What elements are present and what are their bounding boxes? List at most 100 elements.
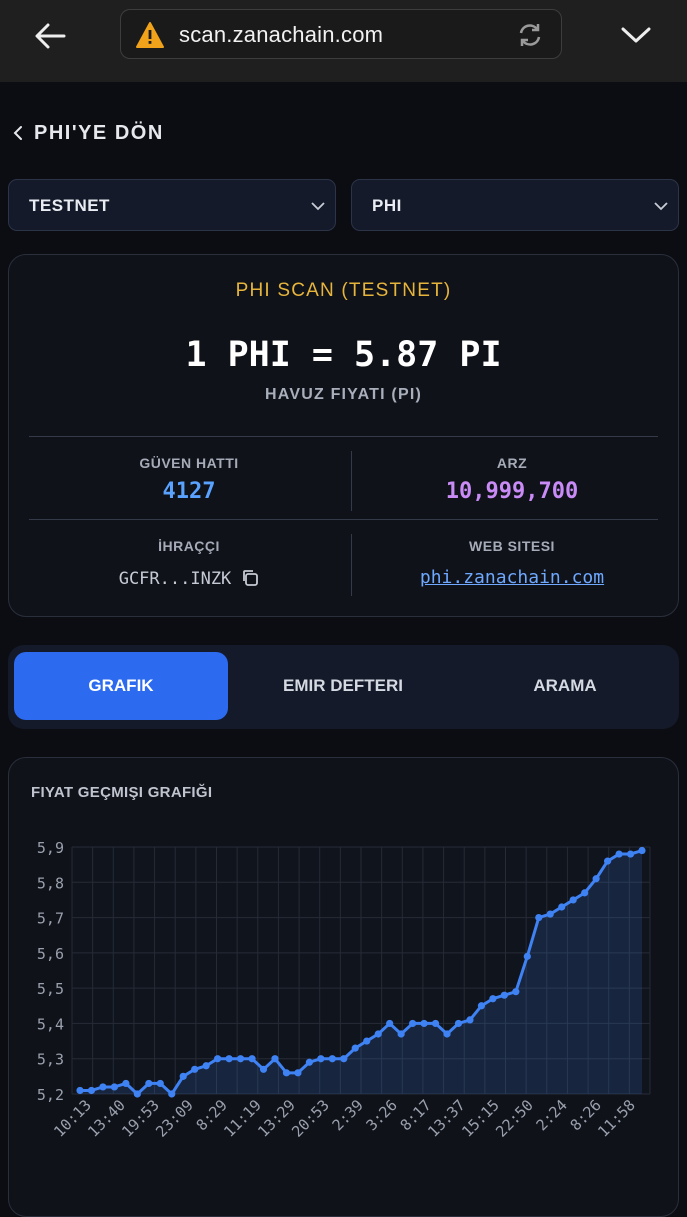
price-point xyxy=(431,1019,440,1028)
price-point xyxy=(454,1019,463,1028)
tab-order-book[interactable]: EMIR DEFTERI xyxy=(236,652,450,720)
card-title: PHI SCAN (TESTNET) xyxy=(235,280,452,301)
x-tick-label: 13:37 xyxy=(424,1096,469,1141)
price-point xyxy=(397,1030,405,1038)
supply-value: 10,999,700 xyxy=(445,479,579,504)
price-point xyxy=(259,1065,268,1073)
price-point xyxy=(363,1037,371,1045)
price-point xyxy=(535,913,543,922)
price-point xyxy=(409,1019,417,1028)
tab-search[interactable]: ARAMA xyxy=(458,652,672,720)
back-to-phi-link[interactable]: PHI'YE DÖN xyxy=(12,118,164,148)
price-point xyxy=(374,1030,382,1038)
view-tabs: GRAFIK EMIR DEFTERI ARAMA xyxy=(8,645,679,729)
website-link[interactable]: phi.zanachain.com xyxy=(352,567,672,588)
price-point xyxy=(202,1062,210,1070)
y-tick-label: 5,7 xyxy=(37,910,64,928)
network-select[interactable]: TESTNET xyxy=(8,179,336,231)
trustline-label: GÜVEN HATTI xyxy=(139,455,239,471)
x-tick-label: 11:19 xyxy=(220,1096,265,1141)
price-point xyxy=(145,1079,153,1088)
price-point xyxy=(558,903,566,911)
copy-icon[interactable] xyxy=(241,569,259,587)
price-point xyxy=(351,1044,359,1052)
price-history-chart: 5,25,35,45,55,65,75,85,910:1313:4019:532… xyxy=(37,839,651,1141)
price-point xyxy=(282,1069,291,1077)
price-point xyxy=(317,1055,325,1063)
y-tick-label: 5,5 xyxy=(37,980,64,998)
divider xyxy=(29,436,658,437)
price-point xyxy=(122,1079,130,1088)
price-point xyxy=(225,1055,233,1063)
token-select-value: PHI xyxy=(372,196,402,215)
back-link-label: PHI'YE DÖN xyxy=(34,121,164,144)
issuer-label: İHRAÇÇI xyxy=(158,538,220,554)
token-select[interactable]: PHI xyxy=(351,179,679,231)
chevron-left-icon xyxy=(13,126,22,140)
price-point xyxy=(168,1090,176,1098)
warning-triangle-icon[interactable] xyxy=(135,21,165,49)
y-tick-label: 5,6 xyxy=(37,945,64,963)
y-tick-label: 5,3 xyxy=(37,1051,64,1069)
price-point xyxy=(420,1019,428,1028)
price-point xyxy=(466,1016,474,1024)
price-point xyxy=(76,1086,84,1095)
x-tick-label: 13:29 xyxy=(254,1096,299,1141)
network-select-value: TESTNET xyxy=(29,196,110,215)
price-point xyxy=(523,952,531,960)
chevron-down-icon[interactable] xyxy=(618,20,654,50)
price-point xyxy=(99,1083,107,1091)
y-tick-label: 5,2 xyxy=(37,1086,64,1104)
x-tick-label: 11:58 xyxy=(594,1096,639,1141)
price-point xyxy=(156,1079,164,1088)
reload-icon[interactable] xyxy=(515,21,545,49)
price-point xyxy=(489,995,497,1003)
tab-chart[interactable]: GRAFIK xyxy=(14,652,228,720)
arrow-left-icon xyxy=(35,23,66,49)
y-tick-label: 5,9 xyxy=(37,839,64,857)
url-text[interactable]: scan.zanachain.com xyxy=(179,22,383,48)
price-point xyxy=(179,1072,187,1080)
price-point xyxy=(638,846,646,855)
price-point xyxy=(248,1055,256,1063)
issuer-row: GCFR...INZK xyxy=(29,569,349,589)
browser-back-button[interactable] xyxy=(28,16,72,56)
price-point xyxy=(626,850,635,858)
price-history-card: FIYAT GEÇMIŞI GRAFIĞI 5,2 5,3 5,4 5,5 5,6 5,7… xyxy=(8,757,679,1217)
x-tick-label: 20:53 xyxy=(288,1096,333,1141)
x-tick-label: 23:09 xyxy=(152,1096,197,1141)
chevron-down-icon xyxy=(311,202,325,211)
price-point xyxy=(569,896,577,904)
trustline-value: 4127 xyxy=(162,479,216,504)
price-point xyxy=(603,857,612,865)
price-point xyxy=(236,1055,245,1063)
price-point xyxy=(271,1055,279,1063)
token-info-card: PHI SCAN (TESTNET) 1 PHI = 5.87 PI HAVUZ… xyxy=(8,254,679,617)
price-point xyxy=(294,1069,302,1077)
x-tick-label: 3:26 xyxy=(363,1096,401,1134)
price-point xyxy=(443,1030,451,1038)
chevron-down-icon xyxy=(654,202,668,211)
price-point xyxy=(546,910,554,918)
divider xyxy=(29,519,658,520)
price-point xyxy=(477,1002,486,1010)
pool-price: 1 PHI = 5.87 PI xyxy=(185,335,502,375)
price-point xyxy=(592,875,600,883)
price-point xyxy=(615,850,623,858)
x-tick-label: 19:53 xyxy=(118,1096,163,1141)
website-label: WEB SITESI xyxy=(469,538,555,554)
price-point xyxy=(133,1090,141,1098)
price-point xyxy=(328,1055,336,1063)
address-bar[interactable]: scan.zanachain.com xyxy=(120,9,562,59)
price-point xyxy=(191,1065,199,1073)
x-tick-label: 15:15 xyxy=(458,1096,503,1141)
y-tick-label: 5,8 xyxy=(37,874,64,892)
y-tick-label: 5,4 xyxy=(37,1015,64,1033)
x-tick-label: 2:39 xyxy=(329,1096,367,1134)
price-point xyxy=(581,889,589,897)
price-point xyxy=(386,1019,394,1028)
browser-toolbar: scan.zanachain.com xyxy=(0,0,687,82)
price-point xyxy=(340,1055,348,1063)
issuer-value: GCFR...INZK xyxy=(118,569,232,589)
supply-label: ARZ xyxy=(496,455,528,471)
